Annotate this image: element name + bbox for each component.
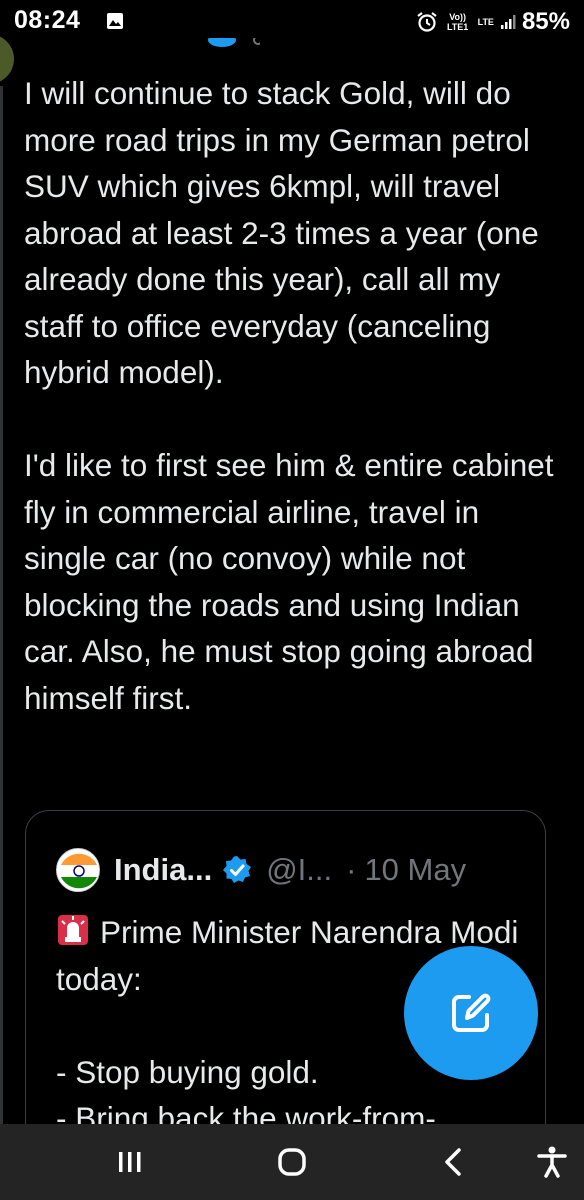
back-button[interactable] — [434, 1142, 474, 1182]
quote-author-name: India... — [114, 852, 213, 887]
recent-apps-button[interactable] — [110, 1142, 150, 1182]
tweet-paragraph: I'd like to first see him & entire cabin… — [24, 447, 554, 716]
home-button[interactable] — [272, 1142, 312, 1182]
compose-icon — [452, 993, 491, 1032]
navigation-bar — [0, 1124, 584, 1200]
status-bar: 08:24 Vo)) LTE1 LTE 85% — [0, 0, 584, 44]
lte-indicator: LTE — [477, 17, 494, 27]
signal-icon — [500, 15, 516, 29]
alarm-icon — [416, 12, 437, 32]
recent-apps-icon — [119, 1152, 141, 1172]
quote-header: India... @I... · 10 May — [56, 847, 466, 893]
compose-button[interactable] — [404, 946, 538, 1080]
tweet-paragraph: I will continue to stack Gold, will do m… — [24, 75, 539, 390]
separator-dot: · — [346, 852, 357, 887]
accessibility-icon — [537, 1146, 567, 1178]
back-icon — [445, 1148, 461, 1176]
home-icon — [278, 1148, 306, 1176]
battery-level: 85% — [521, 8, 570, 35]
image-notification-icon — [107, 13, 123, 29]
volte-indicator: Vo)) LTE1 — [446, 12, 469, 32]
verified-icon — [223, 856, 252, 883]
tweet-text: I will continue to stack Gold, will do m… — [24, 70, 564, 721]
status-icons: Vo)) LTE1 LTE 85% — [416, 4, 570, 40]
india-flag-emblem-icon — [57, 849, 99, 891]
verified-icon — [208, 38, 260, 47]
status-time: 08:24 — [14, 6, 81, 34]
thread-line — [0, 86, 3, 1126]
quote-avatar — [56, 848, 100, 892]
quote-date: 10 May — [364, 852, 467, 887]
quote-author-handle: @I... — [266, 852, 333, 887]
siren-icon — [58, 915, 88, 945]
accessibility-button[interactable] — [532, 1142, 572, 1182]
